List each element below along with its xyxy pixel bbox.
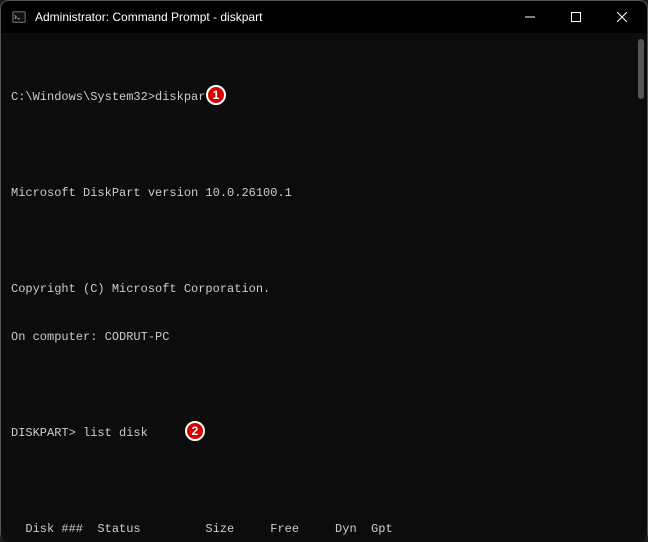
window-titlebar: Administrator: Command Prompt - diskpart (1, 1, 647, 33)
minimize-button[interactable] (507, 2, 553, 32)
terminal-line (11, 473, 643, 489)
annotation-badge-1: 1 (206, 85, 226, 105)
minimize-icon (525, 12, 535, 22)
maximize-icon (571, 12, 581, 22)
terminal-line (11, 377, 643, 393)
window-controls (507, 2, 645, 32)
annotation-badge-2: 2 (185, 421, 205, 441)
terminal-line: DISKPART> list disk2 (11, 425, 643, 441)
terminal-line: Disk ### Status Size Free Dyn Gpt (11, 521, 643, 537)
terminal-line: Copyright (C) Microsoft Corporation. (11, 281, 643, 297)
cmd-icon (11, 9, 27, 25)
window-title: Administrator: Command Prompt - diskpart (35, 10, 262, 24)
terminal-line: On computer: CODRUT-PC (11, 329, 643, 345)
maximize-button[interactable] (553, 2, 599, 32)
terminal-line (11, 137, 643, 153)
terminal-body[interactable]: C:\Windows\System32>diskpart1 Microsoft … (1, 33, 647, 542)
close-icon (617, 12, 627, 22)
terminal-line: C:\Windows\System32>diskpart1 (11, 89, 643, 105)
terminal-line (11, 233, 643, 249)
terminal-line: Microsoft DiskPart version 10.0.26100.1 (11, 185, 643, 201)
close-button[interactable] (599, 2, 645, 32)
